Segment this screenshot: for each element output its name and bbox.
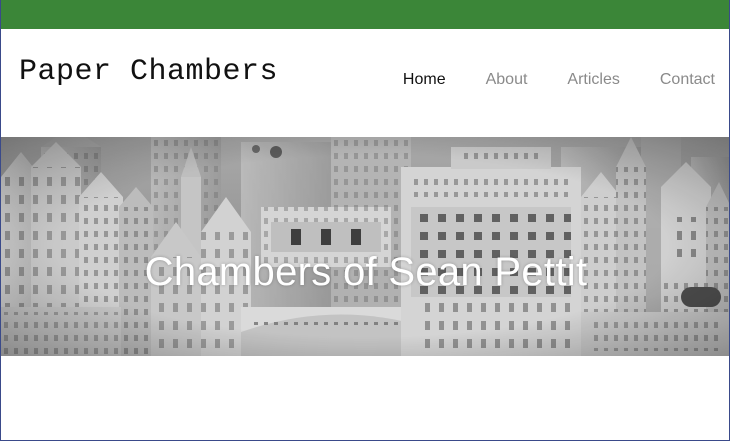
hero-title: Chambers of Sean Pettit [144,250,588,294]
nav-item-contact[interactable]: Contact [660,71,715,89]
nav-item-about[interactable]: About [486,71,528,89]
nav-item-articles[interactable]: Articles [567,71,619,89]
hero-banner: Chambers of Sean Pettit [1,137,729,356]
page: Paper Chambers Home About Articles Conta… [0,0,730,441]
paper-city-image [1,137,729,356]
site-header: Paper Chambers Home About Articles Conta… [1,29,729,137]
nav-item-home[interactable]: Home [403,71,446,89]
main-nav: Home About Articles Contact [363,71,715,89]
site-title[interactable]: Paper Chambers [19,55,278,89]
top-color-bar [1,0,729,29]
